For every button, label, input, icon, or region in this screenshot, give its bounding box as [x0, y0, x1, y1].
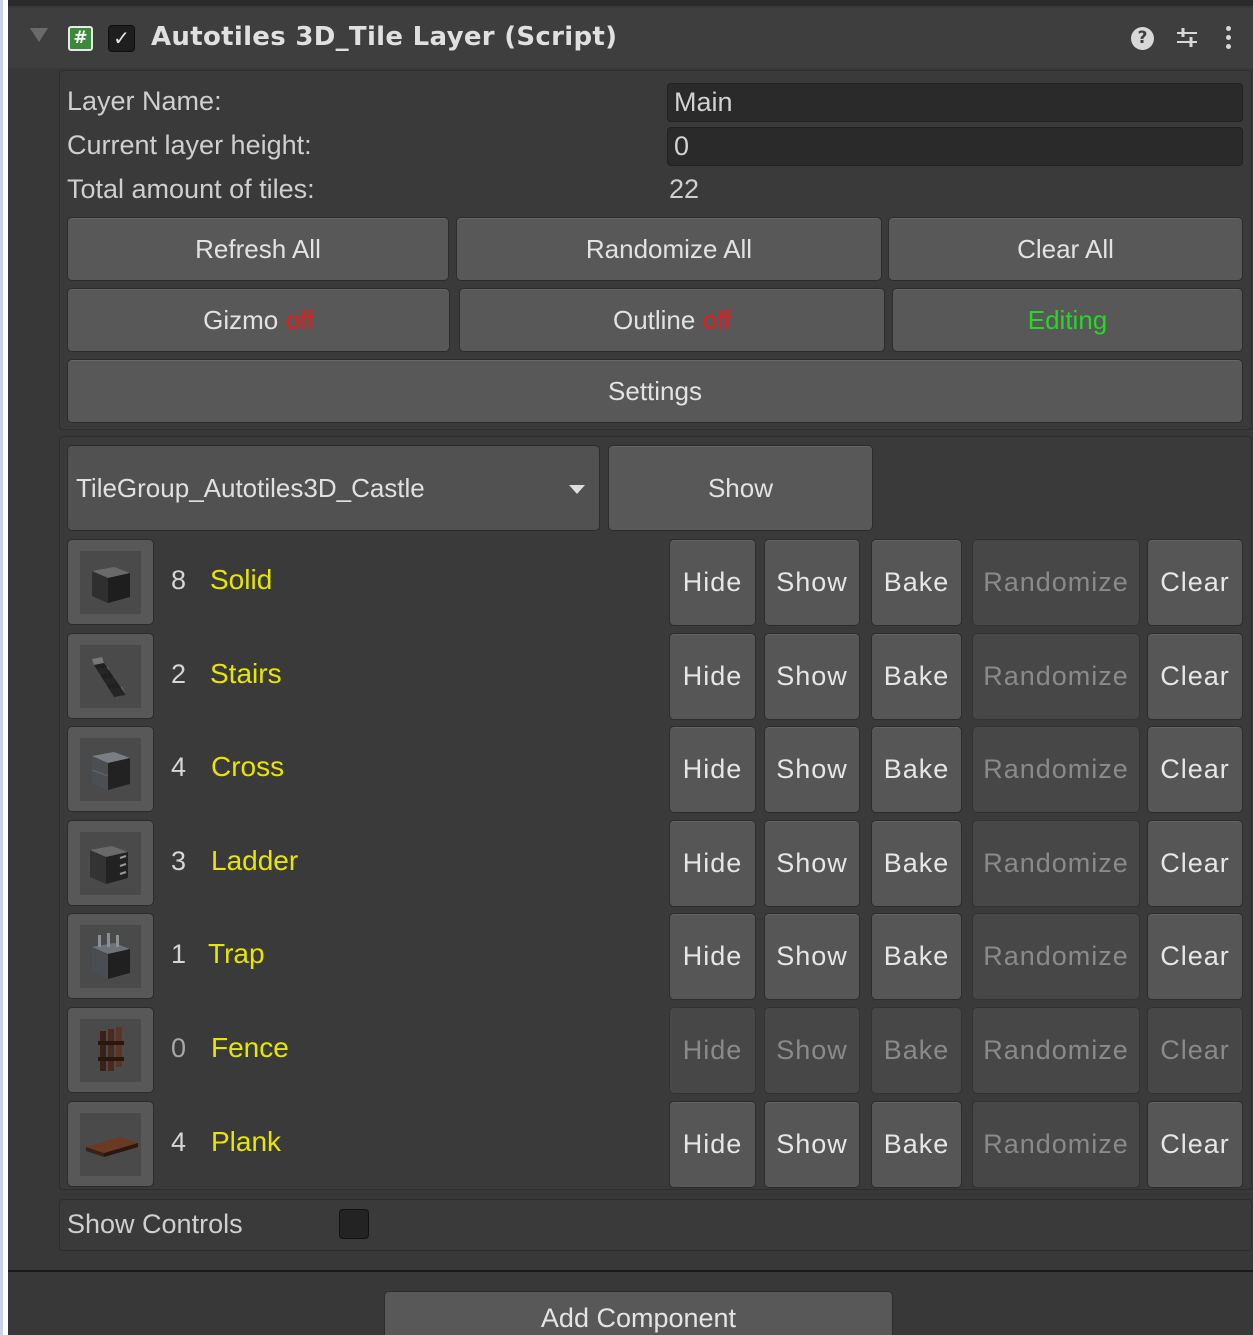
tile-count: 4: [171, 1127, 187, 1157]
refresh-all-button[interactable]: Refresh All: [67, 217, 449, 281]
tile-bake-button[interactable]: Bake: [871, 539, 962, 626]
component-enabled-checkbox[interactable]: ✓: [108, 25, 135, 52]
tile-hide-button[interactable]: Hide: [669, 913, 756, 1000]
tile-name: Stairs: [210, 658, 282, 689]
tile-hide-button: Hide: [669, 1007, 756, 1094]
tile-randomize-button: Randomize: [972, 726, 1140, 813]
total-tiles-value: 22: [669, 174, 700, 204]
component-header[interactable]: # ✓ Autotiles 3D_Tile Layer (Script) ?: [8, 8, 1253, 68]
tile-show-button[interactable]: Show: [764, 820, 860, 907]
tile-clear-button[interactable]: Clear: [1147, 633, 1243, 720]
tile-group-dropdown[interactable]: TileGroup_Autotiles3D_Castle: [67, 445, 600, 531]
settings-button[interactable]: Settings: [67, 359, 1243, 423]
tile-show-button[interactable]: Show: [764, 1101, 860, 1188]
tile-clear-button[interactable]: Clear: [1147, 1101, 1243, 1188]
tile-thumbnail[interactable]: [67, 726, 154, 812]
tile-show-button[interactable]: Show: [764, 539, 860, 626]
tile-randomize-button: Randomize: [972, 913, 1140, 1000]
tile-count: 0: [171, 1033, 187, 1063]
tile-bake-button[interactable]: Bake: [871, 820, 962, 907]
tile-clear-button[interactable]: Clear: [1147, 820, 1243, 907]
outline-toggle-button[interactable]: Outline off: [459, 288, 885, 352]
tile-count: 4: [171, 752, 187, 782]
layer-height-field[interactable]: 0: [667, 127, 1243, 166]
tile-hide-button[interactable]: Hide: [669, 539, 756, 626]
top-strip: [8, 0, 1253, 6]
tile-group-selected: TileGroup_Autotiles3D_Castle: [76, 473, 425, 503]
tile-hide-button[interactable]: Hide: [669, 633, 756, 720]
window-left-edge: [0, 0, 3, 1335]
show-controls-checkbox[interactable]: [339, 1209, 369, 1239]
layer-height-label: Current layer height:: [67, 130, 312, 160]
tile-randomize-button: Randomize: [972, 820, 1140, 907]
tile-clear-button[interactable]: Clear: [1147, 539, 1243, 626]
context-menu-icon[interactable]: [1222, 24, 1234, 54]
tile-show-button[interactable]: Show: [764, 913, 860, 1000]
outline-state: off: [702, 305, 732, 335]
tile-count: 3: [171, 846, 187, 876]
tile-clear-button[interactable]: Clear: [1147, 726, 1243, 813]
tile-count: 8: [171, 565, 187, 595]
tile-bake-button[interactable]: Bake: [871, 633, 962, 720]
editing-toggle-button[interactable]: Editing: [892, 288, 1243, 352]
tile-hide-button[interactable]: Hide: [669, 1101, 756, 1188]
tile-randomize-button: Randomize: [972, 1101, 1140, 1188]
tile-thumbnail[interactable]: [67, 633, 154, 719]
tile-group-show-button[interactable]: Show: [608, 445, 873, 531]
tile-thumbnail[interactable]: [67, 1101, 154, 1187]
tile-thumbnail[interactable]: [67, 913, 154, 999]
tile-name: Trap: [208, 938, 265, 969]
dropdown-arrow-icon: [569, 485, 585, 494]
tile-bake-button[interactable]: Bake: [871, 1101, 962, 1188]
tile-name: Ladder: [211, 845, 299, 876]
tile-thumbnail[interactable]: [67, 820, 154, 906]
tile-bake-button[interactable]: Bake: [871, 913, 962, 1000]
tile-show-button[interactable]: Show: [764, 633, 860, 720]
tile-name: Solid: [210, 564, 273, 595]
gizmo-state: off: [285, 305, 314, 335]
tile-name: Fence: [211, 1032, 289, 1063]
inspector-panel: # ✓ Autotiles 3D_Tile Layer (Script) ? L…: [8, 0, 1253, 1335]
help-icon[interactable]: ?: [1131, 27, 1154, 50]
tile-show-button[interactable]: Show: [764, 726, 860, 813]
tile-name: Plank: [211, 1126, 282, 1157]
tile-show-button: Show: [764, 1007, 860, 1094]
tile-randomize-button: Randomize: [972, 633, 1140, 720]
tile-thumbnail[interactable]: [67, 1007, 154, 1093]
layer-name-label: Layer Name:: [67, 86, 222, 116]
gizmo-label: Gizmo: [203, 305, 279, 335]
gizmo-toggle-button[interactable]: Gizmo off: [67, 288, 450, 352]
tile-bake-button[interactable]: Bake: [871, 726, 962, 813]
presets-icon[interactable]: [1174, 25, 1200, 51]
outline-label: Outline: [612, 305, 696, 335]
script-icon: #: [68, 26, 93, 51]
foldout-arrow-icon[interactable]: [30, 28, 48, 42]
tile-randomize-button: Randomize: [972, 539, 1140, 626]
tile-name: Cross: [211, 751, 285, 782]
tile-clear-button: Clear: [1147, 1007, 1243, 1094]
tile-clear-button[interactable]: Clear: [1147, 913, 1243, 1000]
tile-count: 2: [171, 659, 187, 689]
tile-bake-button: Bake: [871, 1007, 962, 1094]
tile-hide-button[interactable]: Hide: [669, 820, 756, 907]
randomize-all-button[interactable]: Randomize All: [456, 217, 882, 281]
layer-name-field[interactable]: Main: [667, 83, 1243, 122]
tile-thumbnail[interactable]: [67, 539, 154, 625]
divider: [8, 1270, 1253, 1272]
clear-all-button[interactable]: Clear All: [888, 217, 1243, 281]
show-controls-label: Show Controls: [67, 1209, 243, 1239]
total-tiles-label: Total amount of tiles:: [67, 174, 315, 204]
tile-hide-button[interactable]: Hide: [669, 726, 756, 813]
component-title: Autotiles 3D_Tile Layer (Script): [151, 22, 618, 52]
tile-count: 1: [171, 939, 187, 969]
tile-randomize-button: Randomize: [972, 1007, 1140, 1094]
add-component-button[interactable]: Add Component: [384, 1291, 893, 1335]
